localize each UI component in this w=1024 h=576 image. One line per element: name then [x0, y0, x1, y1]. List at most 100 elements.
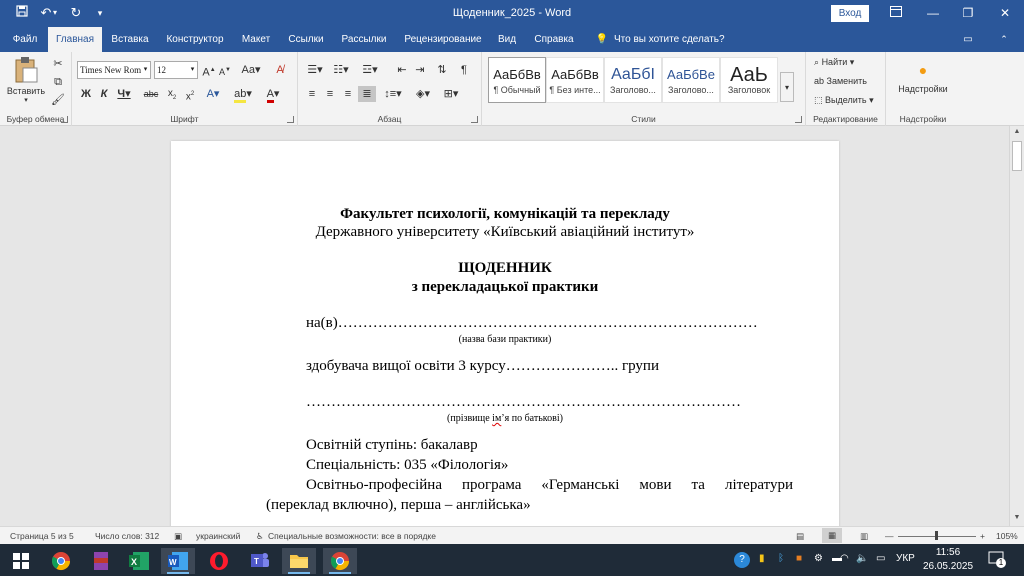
restore-icon[interactable]: ❐: [953, 3, 983, 23]
grow-font-icon[interactable]: A▲: [202, 62, 216, 79]
zoom-out-icon[interactable]: —: [885, 531, 894, 541]
underline-icon[interactable]: Ч▾: [115, 86, 133, 102]
tab-mailings[interactable]: Рассылки: [336, 27, 392, 52]
font-size-combo[interactable]: 12 ▾: [154, 61, 198, 79]
battery-icon[interactable]: ▭: [876, 553, 885, 564]
tab-layout[interactable]: Макет: [236, 27, 276, 52]
subscript-icon[interactable]: x2: [164, 86, 180, 102]
tab-file[interactable]: Файл: [6, 27, 44, 52]
opera-icon[interactable]: [202, 548, 236, 574]
change-case-icon[interactable]: Aa▾: [240, 62, 262, 78]
word-count[interactable]: Число слов: 312: [95, 531, 159, 541]
strikethrough-icon[interactable]: abc: [142, 86, 160, 102]
scroll-up-icon[interactable]: ▲: [1012, 128, 1022, 138]
wifi-icon[interactable]: ◠: [840, 553, 849, 564]
multilevel-list-icon[interactable]: ☲▾: [358, 62, 382, 78]
shrink-font-icon[interactable]: A▼: [218, 62, 232, 78]
text-effects-icon[interactable]: A▾: [202, 86, 224, 102]
tab-references[interactable]: Ссылки: [282, 27, 330, 52]
style-title[interactable]: АаЬ Заголовок: [720, 57, 778, 103]
word-taskbar-icon[interactable]: W: [161, 548, 195, 574]
collapse-ribbon-icon[interactable]: ⌃: [992, 27, 1016, 52]
zoom-slider-thumb[interactable]: [935, 531, 938, 540]
tab-insert[interactable]: Вставка: [107, 27, 153, 52]
proofing-icon[interactable]: ▣: [174, 531, 182, 542]
teams-icon[interactable]: T: [243, 548, 277, 574]
replace-button[interactable]: ab Заменить: [814, 76, 867, 86]
align-right-icon[interactable]: ≡: [340, 86, 356, 102]
increase-indent-icon[interactable]: ⇥: [412, 62, 428, 78]
bluetooth-icon[interactable]: ᛒ: [778, 553, 784, 564]
styles-more-icon[interactable]: ▾: [780, 72, 794, 102]
clock-date[interactable]: 26.05.2025: [921, 561, 975, 572]
document-area[interactable]: Факультет психології, комунікацій та пер…: [0, 126, 1009, 526]
format-painter-icon[interactable]: 🖌: [50, 92, 66, 108]
language-indicator[interactable]: украинский: [196, 531, 240, 541]
app-tray-icon[interactable]: ■: [796, 553, 802, 564]
copy-icon[interactable]: ⧉: [50, 74, 66, 90]
paragraph-launcher-icon[interactable]: [471, 116, 478, 123]
zoom-level[interactable]: 105%: [996, 531, 1018, 541]
chrome-icon[interactable]: [44, 548, 78, 574]
file-explorer-icon[interactable]: [282, 548, 316, 574]
signin-button[interactable]: Вход: [831, 5, 869, 22]
tab-help[interactable]: Справка: [528, 27, 580, 52]
sort-icon[interactable]: ⇅: [434, 62, 450, 78]
tab-view[interactable]: Вид: [494, 27, 520, 52]
select-button[interactable]: ⬚ Выделить ▾: [814, 95, 874, 106]
scroll-down-icon[interactable]: ▼: [1012, 514, 1022, 524]
superscript-icon[interactable]: x2: [182, 86, 198, 102]
close-icon[interactable]: ✕: [990, 3, 1020, 23]
zoom-in-icon[interactable]: +: [980, 531, 985, 541]
line-spacing-icon[interactable]: ↕≡▾: [380, 86, 406, 102]
spelling-error[interactable]: ім: [492, 413, 501, 424]
settings-tray-icon[interactable]: ⚙: [814, 553, 823, 564]
tab-design[interactable]: Конструктор: [160, 27, 230, 52]
comments-icon[interactable]: ▭: [956, 27, 980, 52]
paste-dropdown-icon[interactable]: ▾: [6, 96, 46, 104]
bold-icon[interactable]: Ж: [79, 86, 93, 102]
web-layout-icon[interactable]: ▥: [860, 531, 868, 542]
winrar-icon[interactable]: [84, 548, 118, 574]
style-heading-1[interactable]: АаБбI Заголово...: [604, 57, 662, 103]
decrease-indent-icon[interactable]: ⇤: [394, 62, 410, 78]
volume-icon[interactable]: 🔈: [856, 553, 868, 564]
accessibility-status[interactable]: Специальные возможности: все в порядке: [268, 531, 436, 541]
tell-me-box[interactable]: Что вы хотите сделать?: [614, 27, 726, 52]
highlight-icon[interactable]: ab▾: [232, 86, 254, 103]
style-normal[interactable]: АаБбВв ¶ Обычный: [488, 57, 546, 103]
align-left-icon[interactable]: ≡: [304, 86, 320, 102]
styles-launcher-icon[interactable]: [795, 116, 802, 123]
font-name-dropdown-icon[interactable]: ▾: [141, 62, 150, 78]
print-layout-icon[interactable]: ▦: [822, 528, 843, 543]
tab-home[interactable]: Главная: [48, 27, 102, 52]
style-no-spacing[interactable]: АаБбВв ¶ Без инте...: [546, 57, 604, 103]
style-heading-2[interactable]: АаБбВе Заголово...: [662, 57, 720, 103]
start-icon[interactable]: [4, 548, 38, 574]
paste-button[interactable]: Вставить ▾: [6, 56, 46, 112]
bullets-icon[interactable]: ☰▾: [304, 62, 326, 78]
clock-time[interactable]: 11:56: [931, 547, 965, 558]
excel-icon[interactable]: X: [122, 548, 156, 574]
clear-formatting-icon[interactable]: A̸: [272, 62, 288, 78]
numbering-icon[interactable]: ☷▾: [330, 62, 352, 78]
shading-icon[interactable]: ◈▾: [412, 86, 434, 102]
addins-button[interactable]: ● Надстройки: [890, 62, 956, 94]
show-marks-icon[interactable]: ¶: [456, 62, 472, 78]
scroll-thumb[interactable]: [1012, 141, 1022, 171]
page-count[interactable]: Страница 5 из 5: [10, 531, 74, 541]
read-mode-icon[interactable]: ▤: [796, 531, 804, 542]
font-name-combo[interactable]: Times New Roman ▾: [77, 61, 151, 79]
cut-icon[interactable]: ✂: [50, 56, 66, 72]
chrome-window-icon[interactable]: [323, 548, 357, 574]
italic-icon[interactable]: К: [97, 86, 111, 102]
help-icon[interactable]: ?: [734, 552, 750, 568]
font-launcher-icon[interactable]: [287, 116, 294, 123]
justify-icon[interactable]: ≣: [358, 86, 376, 102]
document-page[interactable]: Факультет психології, комунікацій та пер…: [171, 141, 839, 526]
clipboard-launcher-icon[interactable]: [61, 116, 68, 123]
ribbon-display-options-icon[interactable]: [881, 3, 911, 23]
norton-icon[interactable]: ▮: [759, 553, 765, 564]
minimize-icon[interactable]: —: [918, 3, 948, 23]
vertical-scrollbar[interactable]: ▲ ▼: [1009, 126, 1024, 526]
